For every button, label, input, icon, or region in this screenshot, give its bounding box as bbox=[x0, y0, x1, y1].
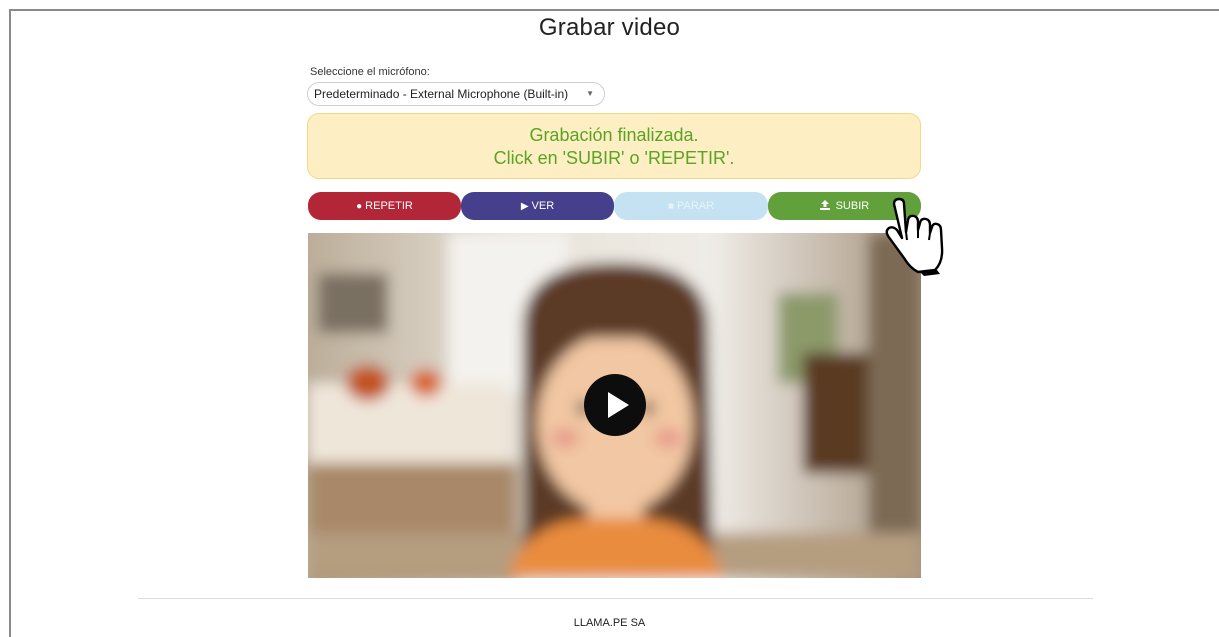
footer-divider bbox=[138, 598, 1093, 599]
status-line-1: Grabación finalizada. bbox=[529, 125, 699, 145]
microphone-selected-value: Predeterminado - External Microphone (Bu… bbox=[314, 87, 569, 101]
play-icon: ▶ bbox=[520, 201, 529, 212]
upload-button-label: SUBIR bbox=[835, 200, 870, 212]
stop-button[interactable]: ■ PARAR bbox=[614, 192, 768, 220]
hand-pointer-icon bbox=[885, 197, 944, 276]
stop-icon: ■ bbox=[667, 201, 674, 212]
page-title: Grabar video bbox=[538, 14, 681, 41]
upload-icon bbox=[819, 200, 833, 212]
microphone-label: Seleccione el micrófono: bbox=[310, 66, 430, 78]
microphone-select[interactable]: Predeterminado - External Microphone (Bu… bbox=[307, 82, 605, 106]
play-triangle bbox=[608, 392, 629, 418]
repeat-button-label: REPETIR bbox=[365, 200, 413, 212]
chevron-down-icon: ▼ bbox=[586, 89, 594, 98]
repeat-button[interactable]: ● REPETIR bbox=[308, 192, 461, 220]
circle-icon: ● bbox=[356, 201, 363, 212]
view-button-label: VER bbox=[531, 200, 555, 212]
status-message-box: Grabación finalizada. Click en 'SUBIR' o… bbox=[307, 113, 921, 179]
footer-company: LLAMA.PE SA bbox=[573, 617, 646, 629]
play-icon[interactable] bbox=[584, 374, 646, 436]
stop-button-label: PARAR bbox=[676, 200, 715, 212]
status-line-2: Click en 'SUBIR' o 'REPETIR'. bbox=[493, 148, 735, 168]
view-button[interactable]: ▶ VER bbox=[461, 192, 614, 220]
